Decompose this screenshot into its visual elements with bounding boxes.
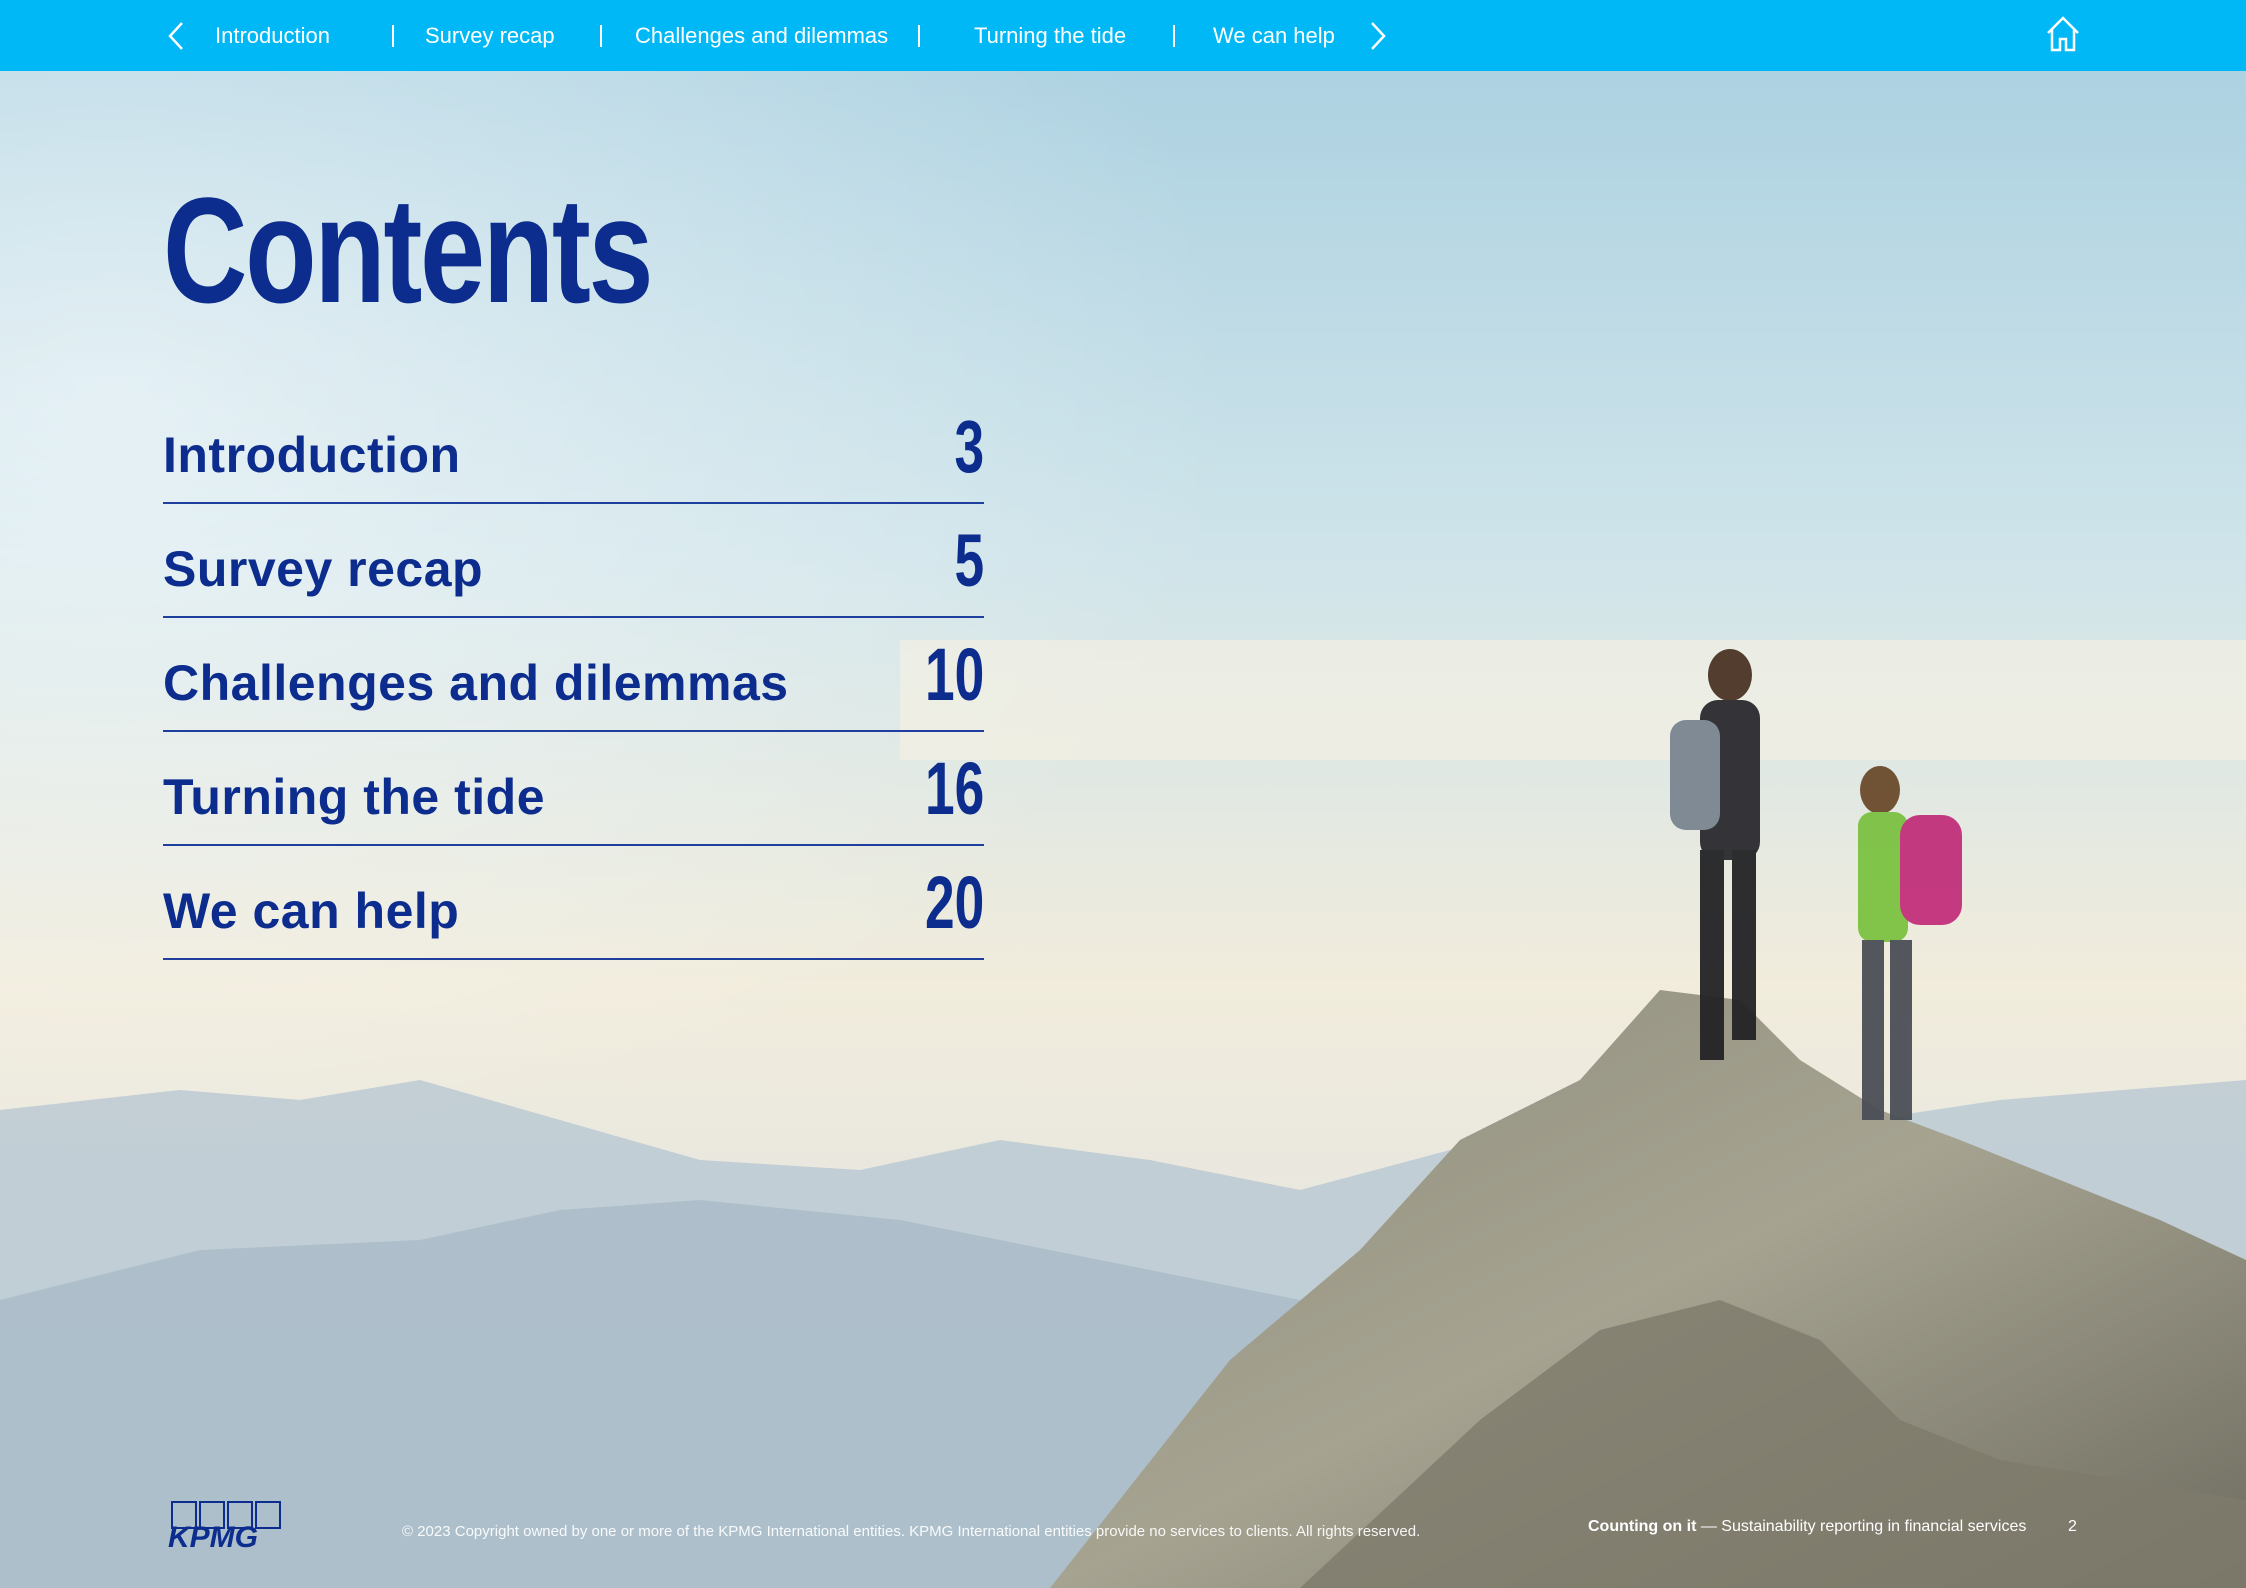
toc-entry-survey-recap[interactable]: Survey recap 5 xyxy=(163,506,984,618)
toc-entry-label: Turning the tide xyxy=(163,769,546,825)
home-icon[interactable] xyxy=(2045,15,2081,53)
nav-item-survey-recap[interactable]: Survey recap xyxy=(425,0,555,71)
toc-entry-we-can-help[interactable]: We can help 20 xyxy=(163,848,984,960)
copyright-notice: © 2023 Copyright owned by one or more of… xyxy=(402,1523,1421,1540)
nav-separator xyxy=(600,25,602,47)
toc-entry-page-number: 16 xyxy=(924,747,984,830)
nav-separator xyxy=(392,25,394,47)
chevron-right-icon[interactable] xyxy=(1368,20,1388,52)
kpmg-logo-text: KPMG xyxy=(168,1521,258,1550)
toc-entry-label: Challenges and dilemmas xyxy=(163,655,789,711)
toc-entry-page-number: 5 xyxy=(954,519,984,602)
nav-item-introduction[interactable]: Introduction xyxy=(215,0,330,71)
page-title: Contents xyxy=(163,166,654,334)
footer-separator: — xyxy=(1696,1518,1722,1535)
toc-entry-label: We can help xyxy=(163,883,460,939)
nav-separator xyxy=(1173,25,1175,47)
toc-entry-turning-the-tide[interactable]: Turning the tide 16 xyxy=(163,734,984,846)
publication-footer: Counting on it — Sustainability reportin… xyxy=(1588,1518,2026,1536)
toc-entry-page-number: 20 xyxy=(924,861,984,944)
toc-entry-introduction[interactable]: Introduction 3 xyxy=(163,392,984,504)
toc-entry-label: Introduction xyxy=(163,427,461,483)
nav-separator xyxy=(918,25,920,47)
top-navigation-bar: Introduction Survey recap Challenges and… xyxy=(0,0,2246,71)
publication-title: Counting on it xyxy=(1588,1518,1697,1535)
toc-entry-challenges-and-dilemmas[interactable]: Challenges and dilemmas 10 xyxy=(163,620,984,732)
chevron-left-icon[interactable] xyxy=(166,20,186,52)
table-of-contents: Introduction 3 Survey recap 5 Challenges… xyxy=(163,392,984,962)
toc-entry-page-number: 3 xyxy=(954,405,984,488)
publication-subtitle: Sustainability reporting in financial se… xyxy=(1721,1518,2027,1535)
toc-entry-page-number: 10 xyxy=(924,633,984,716)
page-number: 2 xyxy=(2068,1518,2077,1535)
toc-entry-label: Survey recap xyxy=(163,541,484,597)
nav-item-turning-the-tide[interactable]: Turning the tide xyxy=(974,0,1126,71)
nav-item-challenges-and-dilemmas[interactable]: Challenges and dilemmas xyxy=(635,0,888,71)
nav-item-we-can-help[interactable]: We can help xyxy=(1213,0,1335,71)
kpmg-logo: KPMG xyxy=(168,1501,281,1550)
